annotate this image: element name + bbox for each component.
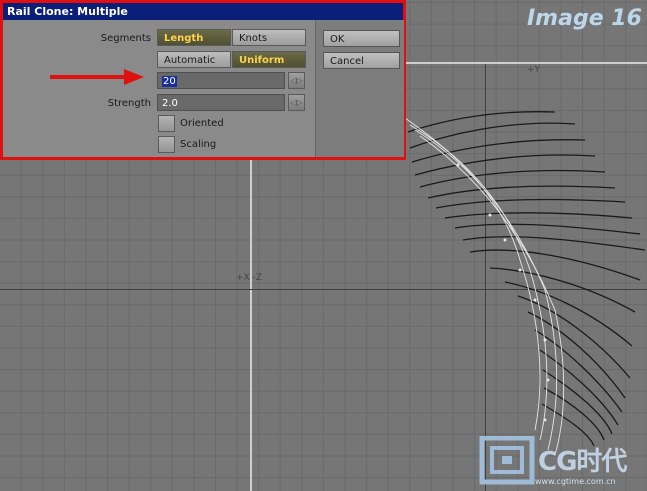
scaling-checkbox[interactable]: [158, 136, 175, 153]
logo-text: CG时代: [538, 447, 627, 477]
oriented-checkbox[interactable]: [158, 115, 175, 132]
scaling-label: Scaling: [180, 139, 217, 150]
length-button[interactable]: Length: [157, 29, 231, 46]
knots-button[interactable]: Knots: [232, 29, 306, 46]
uniform-button[interactable]: Uniform: [232, 51, 306, 68]
cancel-button[interactable]: Cancel: [323, 52, 400, 69]
automatic-button[interactable]: Automatic: [157, 51, 231, 68]
oriented-label: Oriented: [180, 118, 224, 129]
dialog-panel: Segments Length Knots Automatic Uniform …: [3, 20, 404, 157]
strength-input[interactable]: 2.0: [157, 94, 285, 111]
strength-stepper[interactable]: ◁▷: [288, 94, 305, 111]
strength-label: Strength: [107, 98, 151, 109]
count-stepper[interactable]: ◁▷: [288, 72, 305, 89]
segments-label: Segments: [100, 33, 151, 44]
logo-url: www.cgtime.com.cn: [535, 477, 616, 486]
dialog-title[interactable]: Rail Clone: Multiple: [3, 3, 403, 20]
ok-button[interactable]: OK: [323, 30, 400, 47]
image-tag: Image 16: [527, 6, 642, 31]
count-input[interactable]: 20: [157, 72, 285, 89]
red-arrow-icon: [50, 69, 144, 85]
